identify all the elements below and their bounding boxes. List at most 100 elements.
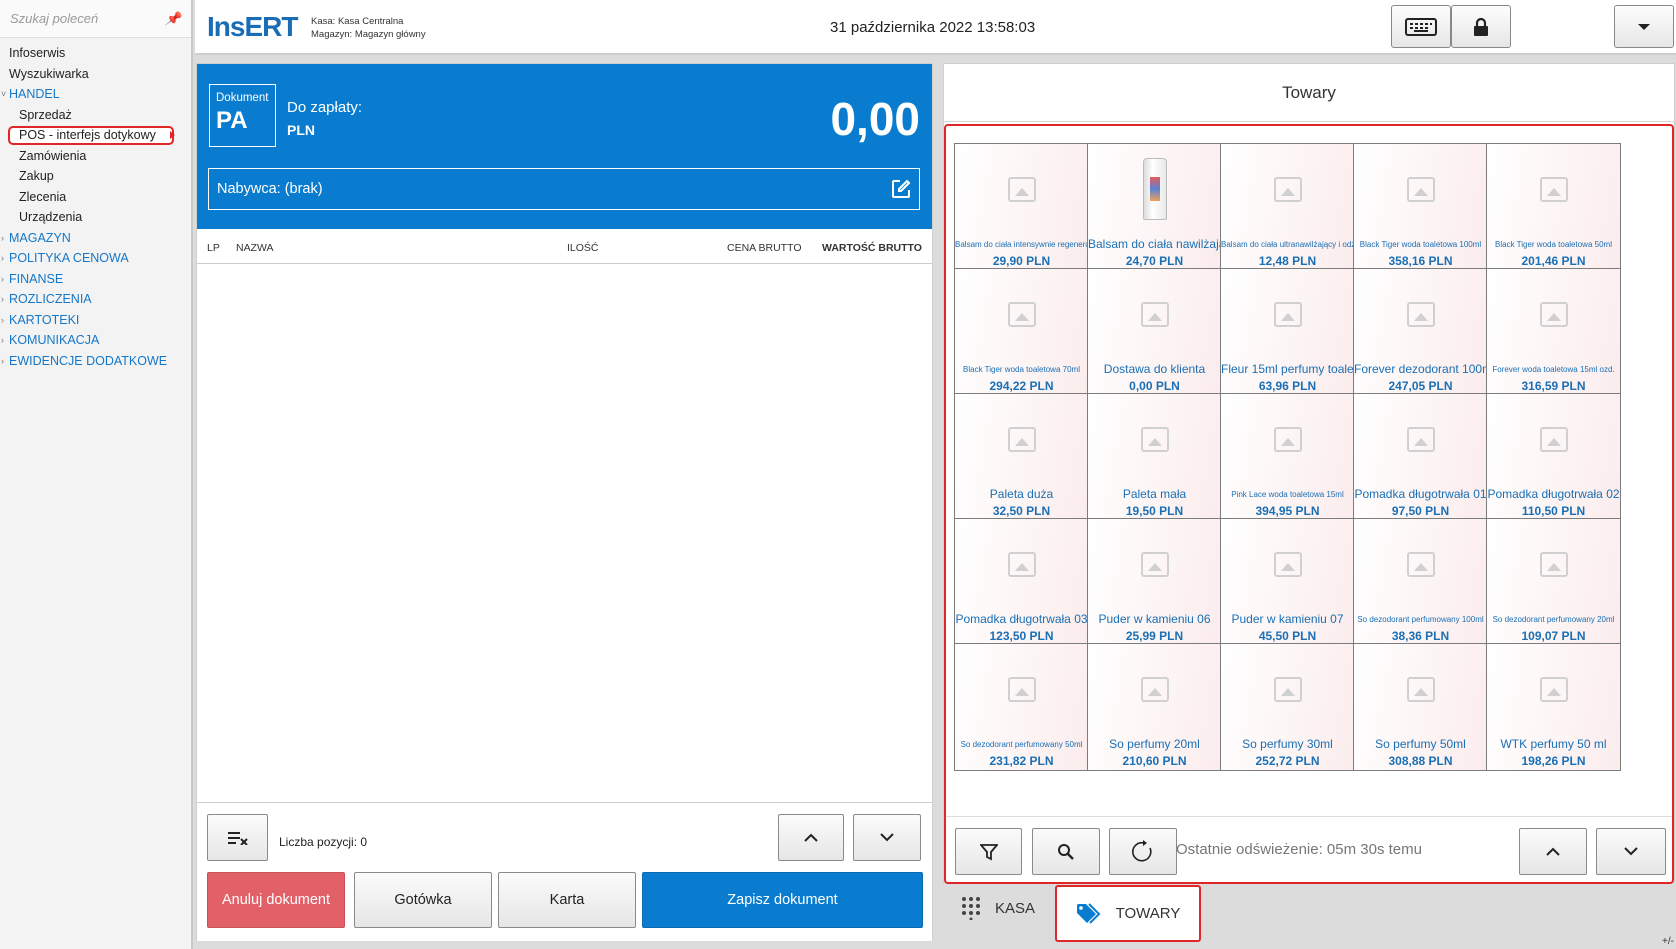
product-name: Paleta duża bbox=[989, 487, 1054, 501]
product-tile[interactable]: Pomadka długotrwała 02 110,50 PLN bbox=[1486, 393, 1621, 521]
image-placeholder-icon bbox=[1539, 552, 1568, 577]
card-button[interactable]: Karta bbox=[498, 872, 636, 928]
image-placeholder-icon bbox=[1007, 677, 1036, 702]
sidebar-item[interactable]: ˅ HANDEL bbox=[0, 84, 191, 105]
register-info: Kasa: Kasa Centralna Magazyn: Magazyn gł… bbox=[311, 15, 426, 41]
sidebar-item[interactable]: Zakup bbox=[0, 166, 191, 187]
product-tile[interactable]: Puder w kamieniu 06 25,99 PLN bbox=[1087, 518, 1222, 646]
image-placeholder-icon bbox=[1539, 302, 1568, 327]
filter-button[interactable] bbox=[955, 828, 1022, 875]
product-tile[interactable]: Forever dezodorant 100ml 247,05 PLN bbox=[1353, 268, 1488, 396]
sidebar-item[interactable]: Urządzenia bbox=[0, 207, 191, 228]
col-gross-value: WARTOŚĆ BRUTTO bbox=[822, 242, 922, 254]
col-gross-price: CENA BRUTTO bbox=[727, 242, 802, 254]
search-icon bbox=[1058, 843, 1074, 860]
products-footer: Ostatnie odświeżenie: 05m 30s temu bbox=[946, 816, 1672, 882]
product-tile[interactable]: So dezodorant perfumowany 50ml 231,82 PLN bbox=[954, 643, 1089, 771]
tab-kasa-label: KASA bbox=[995, 899, 1036, 917]
product-name: So dezodorant perfumowany 50ml bbox=[960, 740, 1083, 749]
sidebar-item[interactable]: POS - interfejs dotykowy bbox=[0, 125, 191, 146]
product-price: 252,72 PLN bbox=[1255, 754, 1320, 768]
magazyn-label: Magazyn: bbox=[311, 29, 353, 40]
product-price: 308,88 PLN bbox=[1388, 754, 1453, 768]
sidebar-item[interactable]: › EWIDENCJE DODATKOWE bbox=[0, 351, 191, 372]
product-tile[interactable]: So perfumy 30ml 252,72 PLN bbox=[1220, 643, 1355, 771]
document-type[interactable]: Dokument PA bbox=[209, 84, 276, 147]
edit-icon[interactable] bbox=[891, 179, 911, 199]
product-price: 201,46 PLN bbox=[1521, 254, 1586, 268]
save-document-button[interactable]: Zapisz dokument bbox=[642, 872, 923, 928]
menu-dropdown-button[interactable] bbox=[1614, 5, 1674, 48]
refresh-button[interactable] bbox=[1109, 828, 1177, 875]
products-scroll-up-button[interactable] bbox=[1519, 828, 1587, 875]
tab-kasa[interactable]: KASA bbox=[961, 896, 1035, 920]
product-tile[interactable]: Paleta mała 19,50 PLN bbox=[1087, 393, 1222, 521]
product-tile[interactable]: Paleta duża 32,50 PLN bbox=[954, 393, 1089, 521]
product-price: 32,50 PLN bbox=[992, 504, 1051, 518]
search-button[interactable] bbox=[1032, 828, 1100, 875]
filter-icon bbox=[979, 843, 998, 860]
product-price: 0,00 PLN bbox=[1129, 379, 1180, 393]
product-tile[interactable]: WTK perfumy 50 ml 198,26 PLN bbox=[1486, 643, 1621, 771]
grid-dots-icon bbox=[962, 897, 980, 920]
product-tile[interactable]: Balsam do ciała ultranawilżający i odżyw… bbox=[1220, 143, 1355, 271]
products-scroll-down-button[interactable] bbox=[1596, 828, 1666, 875]
image-placeholder-icon bbox=[1406, 677, 1435, 702]
cancel-document-button[interactable]: Anuluj dokument bbox=[207, 872, 345, 928]
document-panel: Dokument PA Do zapłaty: PLN 0,00 Nabywca… bbox=[196, 63, 933, 941]
product-name: So perfumy 50ml bbox=[1375, 737, 1466, 751]
sidebar-item-label: Zakup bbox=[19, 169, 54, 183]
product-tile[interactable]: Black Tiger woda toaletowa 100ml 358,16 P… bbox=[1353, 143, 1488, 271]
product-tile[interactable]: Pink Lace woda toaletowa 15ml 394,95 PLN bbox=[1220, 393, 1355, 521]
scroll-down-button[interactable] bbox=[853, 814, 921, 861]
lock-button[interactable] bbox=[1451, 5, 1511, 48]
scroll-up-button[interactable] bbox=[778, 814, 844, 861]
product-price: 19,50 PLN bbox=[1125, 504, 1184, 518]
items-table-header: LP NAZWA ILOŚĆ CENA BRUTTO WARTOŚĆ BRUTT… bbox=[197, 230, 932, 264]
product-tile[interactable]: So dezodorant perfumowany 20ml 109,07 PLN bbox=[1486, 518, 1621, 646]
sidebar-item[interactable]: › KARTOTEKI bbox=[0, 310, 191, 331]
sidebar-item[interactable]: › FINANSE bbox=[0, 269, 191, 290]
product-name: Balsam do ciała nawilżający 200 ml bbox=[1088, 237, 1221, 251]
sidebar-item-label: ROZLICZENIA bbox=[9, 292, 92, 306]
sidebar-item[interactable]: Zamówienia bbox=[0, 146, 191, 167]
search-input[interactable]: Szukaj poleceń bbox=[10, 11, 98, 26]
buyer-field[interactable]: Nabywca: (brak) bbox=[208, 168, 920, 210]
product-price: 29,90 PLN bbox=[992, 254, 1051, 268]
search-box[interactable]: Szukaj poleceń 📌 bbox=[0, 0, 191, 38]
product-tile[interactable]: Black Tiger woda toaletowa 70ml 294,22 PL… bbox=[954, 268, 1089, 396]
product-tile[interactable]: Balsam do ciała intensywnie regenerujący… bbox=[954, 143, 1089, 271]
product-tile[interactable]: So perfumy 50ml 308,88 PLN bbox=[1353, 643, 1488, 771]
product-tile[interactable]: So perfumy 20ml 210,60 PLN bbox=[1087, 643, 1222, 771]
product-tile[interactable]: Fleur 15ml perfumy toalet. 63,96 PLN bbox=[1220, 268, 1355, 396]
tab-towary[interactable]: TOWARY bbox=[1055, 885, 1201, 942]
product-tile[interactable]: So dezodorant perfumowany 100ml 38,36 PLN bbox=[1353, 518, 1488, 646]
sidebar-item[interactable]: › MAGAZYN bbox=[0, 228, 191, 249]
active-marker-icon bbox=[170, 131, 175, 139]
keyboard-button[interactable] bbox=[1391, 5, 1451, 48]
plus-minus-label: +/- bbox=[1662, 936, 1674, 947]
chevron-right-icon: › bbox=[1, 294, 4, 304]
image-placeholder-icon bbox=[1406, 427, 1435, 452]
product-tile[interactable]: Forever woda toaletowa 15ml ozd. 316,59 P… bbox=[1486, 268, 1621, 396]
pin-icon[interactable]: 📌 bbox=[165, 11, 181, 27]
sidebar-item[interactable]: Sprzedaż bbox=[0, 105, 191, 126]
sidebar-item[interactable]: › POLITYKA CENOWA bbox=[0, 248, 191, 269]
refresh-icon bbox=[1132, 839, 1152, 861]
product-tile[interactable]: Black Tiger woda toaletowa 50ml 201,46 PL… bbox=[1486, 143, 1621, 271]
product-tile[interactable]: Balsam do ciała nawilżający 200 ml 24,70 … bbox=[1087, 143, 1222, 271]
sidebar-item[interactable]: Wyszukiwarka bbox=[0, 64, 191, 85]
product-tile[interactable]: Puder w kamieniu 07 45,50 PLN bbox=[1220, 518, 1355, 646]
product-tile[interactable]: Pomadka długotrwała 01 97,50 PLN bbox=[1353, 393, 1488, 521]
product-price: 316,59 PLN bbox=[1521, 379, 1586, 393]
sidebar-item[interactable]: Zlecenia bbox=[0, 187, 191, 208]
sidebar-item[interactable]: Infoserwis bbox=[0, 43, 191, 64]
sidebar-item[interactable]: › KOMUNIKACJA bbox=[0, 330, 191, 351]
sidebar-item-label: Infoserwis bbox=[9, 46, 66, 60]
product-tile[interactable]: Dostawa do klienta 0,00 PLN bbox=[1087, 268, 1222, 396]
product-tile[interactable]: Pomadka długotrwała 03 123,50 PLN bbox=[954, 518, 1089, 646]
image-placeholder-icon bbox=[1140, 677, 1169, 702]
clear-items-button[interactable] bbox=[207, 814, 268, 861]
sidebar-item[interactable]: › ROZLICZENIA bbox=[0, 289, 191, 310]
cash-button[interactable]: Gotówka bbox=[354, 872, 492, 928]
